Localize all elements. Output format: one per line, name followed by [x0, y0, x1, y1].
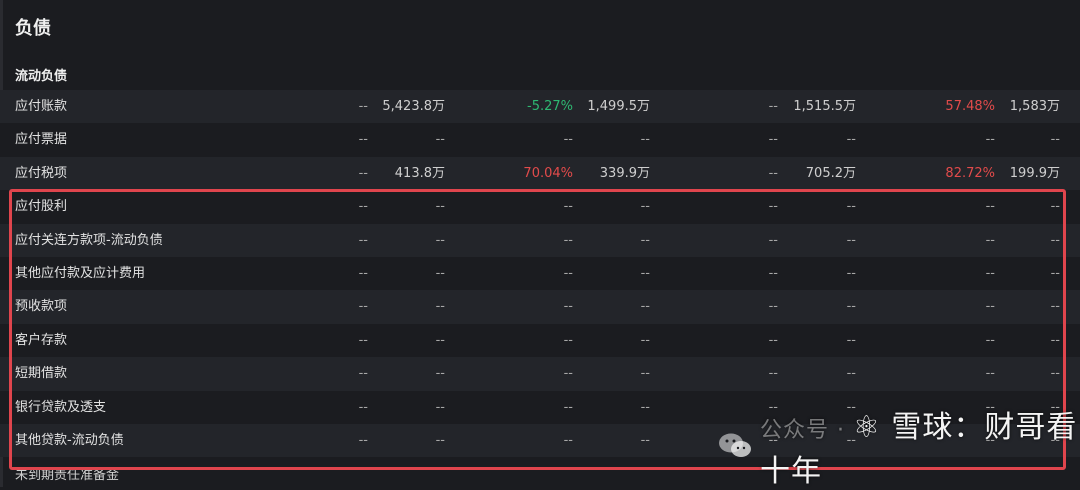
amount-value: --: [1050, 265, 1060, 281]
change-percent: --: [563, 199, 573, 215]
change-percent: 70.04%: [523, 165, 573, 181]
row-label: 应付关连方款项-流动负债: [15, 232, 163, 248]
change-percent: --: [563, 299, 573, 315]
amount-value: --: [640, 265, 650, 281]
change-percent: --: [563, 366, 573, 382]
table-row: 应付关连方款项-流动负债 -- -- -- -- -- -- -- --: [0, 223, 1080, 257]
row-label: 其他应付款及应计费用: [15, 265, 146, 281]
amount-value: --: [846, 132, 856, 148]
change-percent: --: [768, 299, 778, 315]
amount-value: --: [846, 366, 856, 382]
change-percent: --: [358, 332, 368, 348]
change-percent: --: [563, 265, 573, 281]
amount-value: --: [435, 432, 445, 448]
amount-value: --: [640, 199, 650, 215]
change-percent: --: [358, 99, 368, 114]
page-title: 负债: [15, 18, 51, 39]
row-label: 银行贷款及透支: [15, 399, 107, 415]
change-percent: --: [358, 399, 368, 415]
amount-value: --: [640, 432, 650, 448]
row-label: 预收款项: [15, 299, 68, 315]
change-percent: --: [563, 232, 573, 248]
amount-value: 199.9万: [1009, 165, 1060, 181]
change-percent: --: [358, 432, 368, 448]
change-percent: --: [563, 332, 573, 348]
amount-value: --: [846, 232, 856, 248]
change-percent: --: [358, 232, 368, 248]
amount-value: 339.9万: [599, 165, 650, 181]
amount-value: --: [846, 265, 856, 281]
amount-value: --: [1050, 366, 1060, 382]
watermark-text: 公众号 · ⚛ 雪球：财哥看十年: [760, 402, 1080, 490]
row-label: 应付税项: [15, 165, 68, 181]
amount-value: --: [435, 232, 445, 248]
cutoff-row-label: 未到期责任准备金: [15, 468, 120, 483]
table-row: 应付账款 -- 5,423.8万 -5.27% 1,499.5万 -- 1,515.5万 57…: [0, 90, 1080, 124]
watermark: 公众号 · ⚛ 雪球：财哥看十年: [718, 410, 1080, 489]
change-percent: --: [768, 366, 778, 382]
change-percent: --: [563, 132, 573, 148]
table-row: 预收款项 -- -- -- -- -- -- -- --: [0, 290, 1080, 324]
amount-value: 413.8万: [394, 165, 445, 181]
row-label: 其他贷款-流动负债: [15, 432, 124, 448]
amount-value: --: [640, 132, 650, 148]
amount-value: 1,499.5万: [587, 99, 650, 114]
amount-value: 705.2万: [805, 165, 856, 181]
amount-value: 1,515.5万: [793, 99, 856, 114]
change-percent: --: [768, 199, 778, 215]
change-percent: -5.27%: [527, 99, 573, 114]
change-percent: --: [358, 132, 368, 148]
change-percent: --: [358, 165, 368, 181]
amount-value: 5,423.8万: [382, 99, 445, 114]
amount-value: --: [435, 132, 445, 148]
amount-value: --: [1050, 132, 1060, 148]
change-percent: --: [563, 399, 573, 415]
row-label: 应付股利: [15, 199, 68, 215]
amount-value: --: [846, 332, 856, 348]
change-percent: --: [768, 265, 778, 281]
amount-value: --: [435, 299, 445, 315]
row-label: 应付票据: [15, 132, 68, 148]
amount-value: --: [435, 332, 445, 348]
amount-value: --: [435, 399, 445, 415]
table-row: 短期借款 -- -- -- -- -- -- -- --: [0, 357, 1080, 391]
table-row: 应付股利 -- -- -- -- -- -- -- --: [0, 190, 1080, 224]
change-percent: --: [768, 332, 778, 348]
amount-value: --: [640, 366, 650, 382]
watermark-prefix: 公众号 ·: [760, 418, 853, 443]
change-percent: --: [768, 232, 778, 248]
change-percent: --: [563, 432, 573, 448]
amount-value: --: [435, 199, 445, 215]
change-percent: --: [358, 265, 368, 281]
table-row: 应付票据 -- -- -- -- -- -- -- --: [0, 123, 1080, 157]
amount-value: --: [1050, 232, 1060, 248]
change-percent: --: [768, 99, 778, 114]
amount-value: --: [846, 299, 856, 315]
table-row: 应付税项 -- 413.8万 70.04% 339.9万 -- 705.2万 82.72% 19…: [0, 156, 1080, 191]
amount-value: 1,583万: [1009, 99, 1060, 114]
amount-value: --: [846, 199, 856, 215]
wechat-icon: [718, 432, 752, 460]
change-percent: --: [358, 299, 368, 315]
change-percent: --: [768, 165, 778, 181]
row-label: 应付账款: [15, 99, 68, 114]
amount-value: --: [640, 299, 650, 315]
row-label: 短期借款: [15, 366, 68, 382]
amount-value: --: [435, 366, 445, 382]
change-percent: --: [768, 132, 778, 148]
amount-value: --: [1050, 332, 1060, 348]
amount-value: --: [640, 399, 650, 415]
section-title: 流动负债: [15, 69, 68, 84]
amount-value: --: [1050, 299, 1060, 315]
snowball-icon: ⚛: [852, 410, 892, 445]
amount-value: --: [1050, 199, 1060, 215]
amount-value: --: [640, 232, 650, 248]
amount-value: --: [435, 265, 445, 281]
change-percent: --: [358, 199, 368, 215]
table-row: 客户存款 -- -- -- -- -- -- -- --: [0, 323, 1080, 358]
change-percent: --: [358, 366, 368, 382]
amount-value: --: [640, 332, 650, 348]
row-label: 客户存款: [15, 332, 68, 348]
table-row: 其他应付款及应计费用 -- -- -- -- -- -- -- --: [0, 256, 1080, 291]
